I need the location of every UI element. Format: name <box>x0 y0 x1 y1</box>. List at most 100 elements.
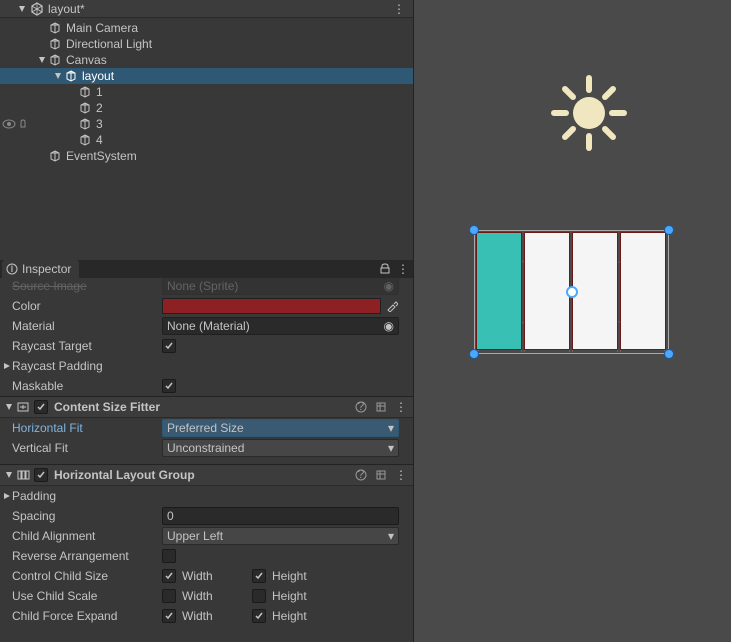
vertical-fit-dropdown[interactable]: Unconstrained▾ <box>162 439 399 457</box>
eye-icon <box>2 119 16 129</box>
height-label: Height <box>272 609 307 623</box>
inspector-scroll[interactable]: Source Image None (Sprite)◉ Color Materi… <box>0 278 413 642</box>
force-expand-width-checkbox[interactable] <box>162 609 176 623</box>
hierarchy-item-layout[interactable]: layout <box>0 68 413 84</box>
force-expand-height-checkbox[interactable] <box>252 609 266 623</box>
use-scale-width-checkbox[interactable] <box>162 589 176 603</box>
horizontal-fit-label: Horizontal Fit <box>12 421 162 435</box>
hierarchy-item-label: 1 <box>96 85 103 99</box>
height-label: Height <box>272 569 307 583</box>
control-child-size-label: Control Child Size <box>12 569 162 583</box>
pivot-handle[interactable] <box>566 286 578 298</box>
unity-logo-icon <box>30 2 44 16</box>
height-label: Height <box>272 589 307 603</box>
tab-label: Inspector <box>22 262 71 276</box>
hierarchy-panel: layout* ⋮ Main Camera Directional Light … <box>0 0 413 260</box>
foldout-icon[interactable] <box>4 402 14 412</box>
material-field[interactable]: None (Material)◉ <box>162 317 399 335</box>
anchor-handle[interactable] <box>664 225 674 235</box>
object-picker-icon[interactable]: ◉ <box>384 319 394 333</box>
anchor-handle[interactable] <box>469 225 479 235</box>
anchor-handle[interactable] <box>664 349 674 359</box>
spacing-field[interactable]: 0 <box>162 507 399 525</box>
svg-text:i: i <box>11 263 14 275</box>
color-label: Color <box>12 299 162 313</box>
layout-rect-gizmo[interactable] <box>474 230 669 354</box>
component-header-hlg[interactable]: Horizontal Layout Group ? ⋮ <box>0 464 413 486</box>
anchor-handle[interactable] <box>469 349 479 359</box>
component-enable-checkbox[interactable] <box>34 468 48 482</box>
foldout-icon[interactable] <box>36 56 48 64</box>
hierarchy-tree: Main Camera Directional Light Canvas lay… <box>0 18 413 164</box>
gameobject-icon <box>48 21 62 35</box>
tab-inspector[interactable]: i Inspector <box>2 260 79 278</box>
chevron-down-icon: ▾ <box>388 529 394 543</box>
use-scale-height-checkbox[interactable] <box>252 589 266 603</box>
hierarchy-item-1[interactable]: 1 <box>0 84 413 100</box>
scene-view[interactable] <box>414 0 731 642</box>
hierarchy-item-label: Canvas <box>66 53 107 67</box>
child-alignment-label: Child Alignment <box>12 529 162 543</box>
hierarchy-item-3[interactable]: 3 <box>0 116 413 132</box>
control-size-width-checkbox[interactable] <box>162 569 176 583</box>
foldout-icon[interactable] <box>4 470 14 480</box>
hierarchy-item-label: Directional Light <box>66 37 152 51</box>
maskable-checkbox[interactable] <box>162 379 176 393</box>
lock-icon[interactable] <box>379 262 391 274</box>
hierarchy-item-canvas[interactable]: Canvas <box>0 52 413 68</box>
material-label: Material <box>12 319 162 333</box>
hierarchy-scene-row[interactable]: layout* ⋮ <box>0 0 413 18</box>
directional-light-gizmo <box>544 68 634 158</box>
help-icon[interactable]: ? <box>355 401 367 413</box>
preset-icon[interactable] <box>375 469 387 481</box>
gameobject-icon <box>78 101 92 115</box>
chevron-down-icon: ▾ <box>388 441 394 455</box>
info-icon: i <box>6 263 18 275</box>
control-size-height-checkbox[interactable] <box>252 569 266 583</box>
width-label: Width <box>182 609 213 623</box>
svg-text:?: ? <box>358 401 365 413</box>
source-image-field[interactable]: None (Sprite)◉ <box>162 278 399 295</box>
hierarchy-item-2[interactable]: 2 <box>0 100 413 116</box>
hierarchy-item-camera[interactable]: Main Camera <box>0 20 413 36</box>
hierarchy-item-4[interactable]: 4 <box>0 132 413 148</box>
kebab-menu-icon[interactable]: ⋮ <box>393 2 405 16</box>
help-icon[interactable]: ? <box>355 469 367 481</box>
foldout-icon[interactable] <box>2 361 12 371</box>
hierarchy-item-label: 3 <box>96 117 103 131</box>
object-picker-icon[interactable]: ◉ <box>384 279 394 293</box>
hierarchy-item-label: 2 <box>96 101 103 115</box>
raycast-target-checkbox[interactable] <box>162 339 176 353</box>
kebab-menu-icon[interactable]: ⋮ <box>395 468 407 482</box>
hierarchy-item-eventsystem[interactable]: EventSystem <box>0 148 413 164</box>
scene-name: layout* <box>48 2 85 16</box>
hierarchy-item-light[interactable]: Directional Light <box>0 36 413 52</box>
foldout-icon[interactable] <box>52 72 64 80</box>
gameobject-icon <box>48 149 62 163</box>
kebab-menu-icon[interactable]: ⋮ <box>395 400 407 414</box>
component-title: Content Size Fitter <box>54 400 160 414</box>
component-title: Horizontal Layout Group <box>54 468 195 482</box>
hierarchy-item-label: 4 <box>96 133 103 147</box>
component-header-csf[interactable]: Content Size Fitter ? ⋮ <box>0 396 413 418</box>
foldout-icon[interactable] <box>2 491 12 501</box>
reverse-arrangement-checkbox[interactable] <box>162 549 176 563</box>
content-size-fitter-icon <box>16 400 30 414</box>
gameobject-icon <box>78 133 92 147</box>
reverse-arrangement-label: Reverse Arrangement <box>12 549 162 563</box>
gameobject-icon <box>78 117 92 131</box>
kebab-menu-icon[interactable]: ⋮ <box>397 262 409 276</box>
width-label: Width <box>182 589 213 603</box>
color-field[interactable] <box>162 298 381 314</box>
inspector-panel: Source Image None (Sprite)◉ Color Materi… <box>0 278 413 642</box>
visibility-badge[interactable] <box>0 116 28 132</box>
gameobject-icon <box>64 69 78 83</box>
preset-icon[interactable] <box>375 401 387 413</box>
spacing-label: Spacing <box>12 509 162 523</box>
padding-label: Padding <box>12 489 56 503</box>
horizontal-fit-dropdown[interactable]: Preferred Size▾ <box>162 419 399 437</box>
child-alignment-dropdown[interactable]: Upper Left▾ <box>162 527 399 545</box>
component-enable-checkbox[interactable] <box>34 400 48 414</box>
foldout-icon[interactable] <box>18 5 26 13</box>
inspector-tabbar: i Inspector ⋮ <box>0 260 413 278</box>
